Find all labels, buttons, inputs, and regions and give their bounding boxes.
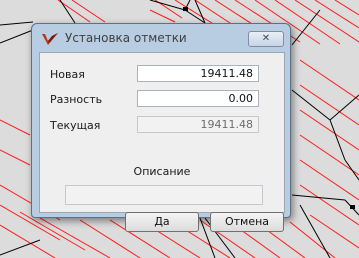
current-value-label: Текущая <box>50 119 101 132</box>
close-icon: ✕ <box>261 33 271 44</box>
dialog-title: Установка отметки <box>65 31 187 45</box>
set-elevation-dialog: Установка отметки ✕ Новая 19411.48 Разно… <box>31 23 291 232</box>
dialog-titlebar[interactable]: Установка отметки ✕ <box>32 24 290 52</box>
dialog-body: Новая 19411.48 Разность 0.00 Текущая 194… <box>39 52 285 232</box>
description-label: Описание <box>133 165 191 178</box>
difference-input[interactable]: 0.00 <box>137 90 259 107</box>
new-value-label: Новая <box>50 68 85 81</box>
description-input[interactable] <box>65 185 263 205</box>
vertex-marker <box>183 7 188 11</box>
new-value-input[interactable]: 19411.48 <box>137 65 259 82</box>
close-button[interactable]: ✕ <box>248 31 284 47</box>
vertex-marker <box>350 205 355 209</box>
red-check-logo-icon <box>42 33 58 45</box>
ok-button[interactable]: Да <box>125 212 199 232</box>
difference-label: Разность <box>50 93 103 106</box>
current-value-field: 19411.48 <box>137 116 259 133</box>
cancel-button[interactable]: Отмена <box>210 212 284 232</box>
